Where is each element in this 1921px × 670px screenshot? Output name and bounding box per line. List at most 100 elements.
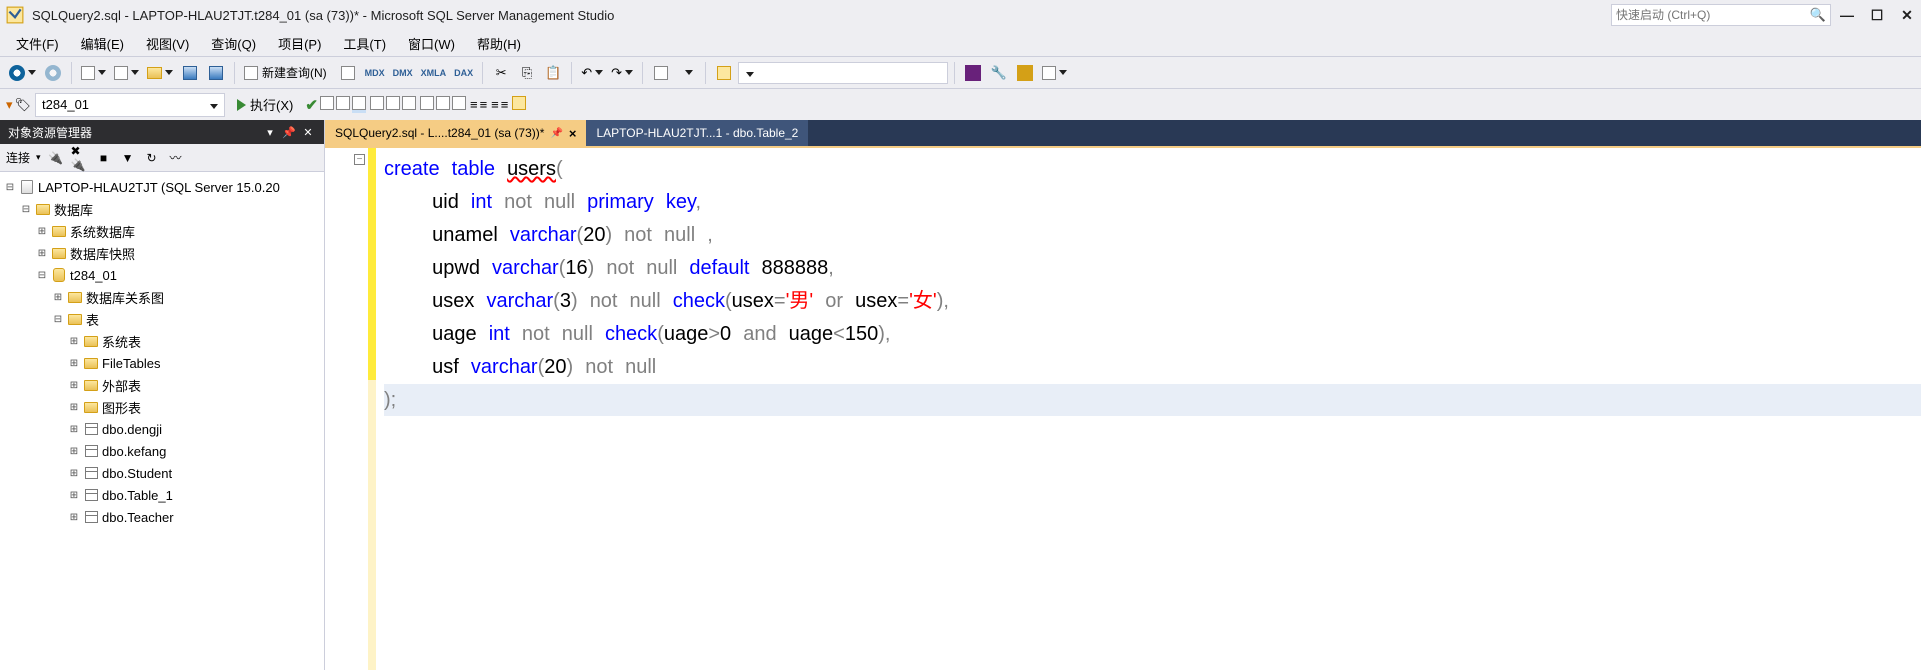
activity-button[interactable] — [712, 61, 736, 85]
xmla-button[interactable]: XMLA — [418, 61, 450, 85]
comment-button[interactable]: ≡ — [491, 97, 499, 112]
server-node[interactable]: ⊟LAPTOP-HLAU2TJT (SQL Server 15.0.20 — [0, 176, 324, 198]
maximize-button[interactable]: ☐ — [1869, 7, 1885, 24]
minimize-button[interactable]: — — [1839, 7, 1855, 24]
paste-button[interactable]: 📋 — [541, 61, 565, 85]
connect-icon[interactable]: 🔌 — [47, 149, 65, 167]
table-row[interactable]: ⊞dbo.Table_1 — [0, 484, 324, 506]
menu-tools[interactable]: 工具(T) — [333, 31, 396, 56]
ext-tables-node[interactable]: ⊞外部表 — [0, 374, 324, 396]
new-project-button[interactable] — [78, 61, 109, 85]
parse-button[interactable]: ✔ — [305, 96, 318, 114]
table-row[interactable]: ⊞dbo.kefang — [0, 440, 324, 462]
execute-button[interactable]: 执行(X) — [229, 93, 301, 117]
main-toolbar: 新建查询(N) MDX DMX XMLA DAX ✂ ⎘ 📋 ↶ ↷ 🔧 — [0, 56, 1921, 88]
db-diagram-node[interactable]: ⊞数据库关系图 — [0, 286, 324, 308]
nav-fwd-button[interactable] — [41, 61, 65, 85]
databases-node[interactable]: ⊟数据库 — [0, 198, 324, 220]
tab-active[interactable]: SQLQuery2.sql - L....t284_01 (sa (73))* … — [325, 120, 586, 146]
search-icon[interactable]: 🔍 — [1810, 7, 1826, 23]
quick-launch-box[interactable]: 🔍 — [1611, 4, 1831, 26]
res3-button[interactable] — [452, 96, 466, 113]
tab-inactive[interactable]: LAPTOP-HLAU2TJT...1 - dbo.Table_2 — [586, 120, 808, 146]
tab-label: SQLQuery2.sql - L....t284_01 (sa (73))* — [335, 126, 544, 140]
opt1-button[interactable] — [370, 96, 384, 113]
ext3-button[interactable] — [1039, 61, 1070, 85]
object-explorer-panel: 对象资源管理器 ▾ 📌 ✕ 连接▾ 🔌 ✖🔌 ■ ▼ ↻ 〰 ⊟LAPTOP-H… — [0, 120, 325, 670]
stats-drop-button[interactable] — [675, 61, 699, 85]
pin-icon[interactable]: 📌 — [550, 128, 562, 139]
close-button[interactable]: ✕ — [1899, 7, 1915, 24]
table-row[interactable]: ⊞dbo.Student — [0, 462, 324, 484]
disconnect-icon[interactable]: ✖🔌 — [71, 149, 89, 167]
menu-project[interactable]: 项目(P) — [268, 31, 331, 56]
opt2-button[interactable] — [386, 96, 400, 113]
table-row[interactable]: ⊞dbo.dengji — [0, 418, 324, 440]
menu-file[interactable]: 文件(F) — [6, 31, 69, 56]
open-file-button[interactable] — [144, 61, 176, 85]
panel-menu-icon[interactable]: ▾ — [262, 124, 278, 140]
connect-label[interactable]: 连接 — [6, 149, 30, 166]
editor-body[interactable]: − create table users( uid int not null p… — [325, 146, 1921, 670]
gutter: − — [325, 148, 380, 670]
redo-button[interactable]: ↷ — [608, 61, 636, 85]
sys-db-node[interactable]: ⊞系统数据库 — [0, 220, 324, 242]
database-combo[interactable]: t284_01 — [35, 93, 225, 117]
drill-button[interactable]: ▾ — [6, 97, 13, 113]
menu-query[interactable]: 查询(Q) — [201, 31, 266, 56]
save-button[interactable] — [178, 61, 202, 85]
dax-button[interactable]: DAX — [451, 61, 476, 85]
ext1-button[interactable] — [961, 61, 985, 85]
res2-button[interactable] — [436, 96, 450, 113]
menu-view[interactable]: 视图(V) — [136, 31, 199, 56]
activity-icon[interactable]: 〰 — [167, 149, 185, 167]
menu-bar: 文件(F) 编辑(E) 视图(V) 查询(Q) 项目(P) 工具(T) 窗口(W… — [0, 30, 1921, 56]
res1-button[interactable] — [420, 96, 434, 113]
undo-button[interactable]: ↶ — [578, 61, 606, 85]
menu-window[interactable]: 窗口(W) — [398, 31, 465, 56]
tables-node[interactable]: ⊟表 — [0, 308, 324, 330]
opt3-button[interactable] — [402, 96, 416, 113]
plan-button[interactable] — [320, 96, 334, 113]
new-query-button[interactable]: 新建查询(N) — [241, 61, 334, 85]
query-type-button[interactable] — [336, 61, 360, 85]
graph-tables-node[interactable]: ⊞图形表 — [0, 396, 324, 418]
intellisense-button[interactable] — [512, 96, 526, 113]
check-icon: ✔ — [305, 97, 318, 114]
copy-button[interactable]: ⎘ — [515, 61, 539, 85]
panel-close-icon[interactable]: ✕ — [300, 124, 316, 140]
stats-button[interactable] — [649, 61, 673, 85]
db-node[interactable]: ⊟t284_01 — [0, 264, 324, 286]
save-all-button[interactable] — [204, 61, 228, 85]
wrench-button[interactable]: 🔧 — [987, 61, 1011, 85]
mdx-button[interactable]: MDX — [362, 61, 388, 85]
stop-conn-icon[interactable]: ■ — [95, 149, 113, 167]
new-item-button[interactable] — [111, 61, 142, 85]
cut-button[interactable]: ✂ — [489, 61, 513, 85]
ext2-button[interactable] — [1013, 61, 1037, 85]
quick-launch-input[interactable] — [1616, 8, 1810, 22]
tag-button[interactable]: 🏷 — [15, 97, 32, 113]
menu-help[interactable]: 帮助(H) — [467, 31, 531, 56]
filter-icon[interactable]: ▼ — [119, 149, 137, 167]
code-editor[interactable]: create table users( uid int not null pri… — [380, 148, 1921, 670]
result-grid-button[interactable] — [336, 96, 350, 113]
file-tables-node[interactable]: ⊞FileTables — [0, 352, 324, 374]
pin-icon[interactable]: 📌 — [281, 124, 297, 140]
indent2-button[interactable]: ≡ — [480, 97, 488, 112]
uncomment-button[interactable]: ≡ — [501, 97, 509, 112]
nav-back-button[interactable] — [6, 61, 39, 85]
indent1-button[interactable]: ≡ — [470, 97, 478, 112]
dmx-button[interactable]: DMX — [390, 61, 416, 85]
table-row[interactable]: ⊞dbo.Teacher — [0, 506, 324, 528]
menu-edit[interactable]: 编辑(E) — [71, 31, 134, 56]
refresh-icon[interactable]: ↻ — [143, 149, 161, 167]
sys-tables-node[interactable]: ⊞系统表 — [0, 330, 324, 352]
result-text-button[interactable] — [352, 96, 366, 113]
db-snapshot-node[interactable]: ⊞数据库快照 — [0, 242, 324, 264]
solution-combo[interactable] — [738, 62, 948, 84]
object-tree[interactable]: ⊟LAPTOP-HLAU2TJT (SQL Server 15.0.20 ⊟数据… — [0, 172, 324, 670]
fold-icon[interactable]: − — [354, 154, 365, 165]
database-selected: t284_01 — [42, 97, 89, 112]
close-icon[interactable]: × — [569, 126, 577, 141]
